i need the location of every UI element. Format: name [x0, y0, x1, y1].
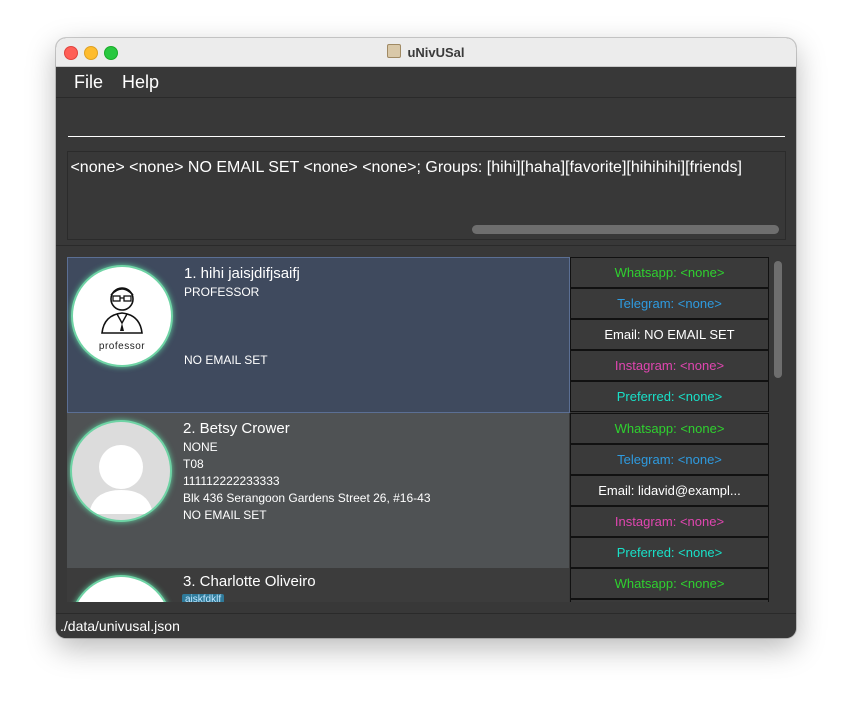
- social-preferred[interactable]: Preferred: <none>: [570, 537, 769, 568]
- avatar-professor: professor: [73, 267, 171, 365]
- window-title-wrap: uNivUSal: [56, 44, 796, 60]
- command-box: [56, 98, 796, 145]
- social-telegram[interactable]: [570, 599, 769, 602]
- avatar-default: [72, 577, 170, 602]
- tag-badge: ajskfdklf: [182, 594, 225, 602]
- menu-file[interactable]: File: [74, 72, 103, 93]
- person-name: 1. hihi jaisjdifjsaifj: [184, 265, 300, 282]
- result-display[interactable]: l: <none> <none> NO EMAIL SET <none> <no…: [67, 151, 786, 240]
- app-window: uNivUSal File Help l: <none> <none> NO E…: [56, 38, 796, 638]
- person-email: NO EMAIL SET: [184, 353, 268, 367]
- person-list[interactable]: professor 1. hihi jaisjdifjsaifj PROFESS…: [67, 257, 784, 602]
- status-bar: ./data/univusal.json: [56, 613, 796, 638]
- social-telegram[interactable]: Telegram: <none>: [570, 444, 769, 475]
- person-occupation: PROFESSOR: [184, 285, 260, 299]
- person-email: NO EMAIL SET: [183, 508, 267, 522]
- social-whatsapp[interactable]: Whatsapp: <none>: [570, 257, 769, 288]
- window-title: uNivUSal: [407, 45, 465, 60]
- person-card[interactable]: 3. Charlotte Oliveiro ajskfdklf: [67, 568, 569, 602]
- person-occupation: NONE: [183, 440, 218, 454]
- data-file-path: ./data/univusal.json: [60, 618, 180, 634]
- person-phone: 111112222233333: [183, 474, 280, 488]
- person-name: 2. Betsy Crower: [183, 420, 290, 437]
- social-instagram[interactable]: Instagram: <none>: [570, 506, 769, 537]
- divider: [56, 245, 796, 246]
- social-email[interactable]: Email: NO EMAIL SET: [570, 319, 769, 350]
- avatar-caption: professor: [98, 341, 146, 352]
- title-bar: uNivUSal: [56, 38, 796, 67]
- result-horizontal-scrollbar[interactable]: [472, 225, 779, 234]
- social-preferred[interactable]: Preferred: <none>: [570, 381, 769, 412]
- result-text: l: <none> <none> NO EMAIL SET <none> <no…: [67, 159, 742, 176]
- person-tutorial: T08: [183, 457, 204, 471]
- person-name: 3. Charlotte Oliveiro: [183, 573, 316, 590]
- social-instagram[interactable]: Instagram: <none>: [570, 350, 769, 381]
- menu-bar: File Help: [56, 67, 796, 98]
- person-card[interactable]: 2. Betsy Crower NONE T08 111112222233333…: [67, 413, 569, 569]
- person-address: Blk 436 Serangoon Gardens Street 26, #16…: [183, 491, 431, 505]
- list-vertical-scrollbar[interactable]: [774, 261, 782, 378]
- social-whatsapp[interactable]: Whatsapp: <none>: [570, 568, 769, 599]
- social-telegram[interactable]: Telegram: <none>: [570, 288, 769, 319]
- avatar-default: [72, 422, 170, 520]
- menu-help[interactable]: Help: [122, 72, 159, 93]
- social-email[interactable]: Email: lidavid@exampl...: [570, 475, 769, 506]
- command-input[interactable]: [68, 110, 785, 137]
- default-person-icon: [89, 445, 153, 514]
- person-card-selected[interactable]: professor 1. hihi jaisjdifjsaifj PROFESS…: [67, 257, 570, 413]
- social-whatsapp[interactable]: Whatsapp: <none>: [570, 413, 769, 444]
- app-icon: [387, 44, 402, 58]
